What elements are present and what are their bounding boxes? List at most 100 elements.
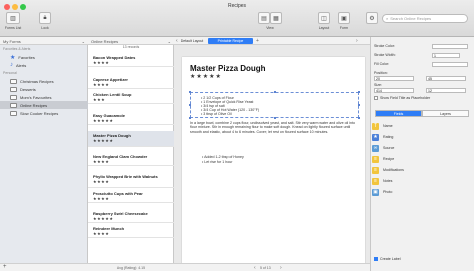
table-icon: ▦ — [273, 15, 279, 22]
form-icon — [10, 78, 17, 84]
sidebar-item-label: Favorites — [18, 54, 35, 60]
form-icon — [10, 110, 17, 116]
form-label: Form — [339, 26, 349, 30]
stroke-color-picker[interactable] — [432, 44, 468, 49]
sidebar-item-alerts[interactable]: ♪ Alerts — [0, 61, 88, 69]
show-placeholder-label: Show Field Title as Placeholder — [380, 96, 431, 100]
sidebar-item-desserts[interactable]: Desserts — [0, 85, 88, 93]
field-item-name[interactable]: T Name — [372, 121, 472, 131]
stroke-width-label: Stroke Width: — [374, 53, 396, 57]
resize-handle[interactable] — [189, 104, 191, 106]
create-label-text: Create Label — [380, 257, 401, 261]
list-item[interactable]: Reindeer Munch ★★★★ — [88, 224, 174, 238]
field-label: Notes — [383, 179, 393, 183]
size-label: Size: — [374, 83, 382, 87]
field-item-photo[interactable]: ▣ Photo — [372, 187, 472, 197]
position-x-field[interactable]: 20 — [374, 76, 414, 81]
ingredient-item: • 3 tbsp of Olive Oil — [201, 112, 232, 116]
settings-button[interactable]: ⚙ — [366, 12, 378, 24]
sidebar-item-favorites[interactable]: ★ Favorites — [0, 53, 88, 61]
record-count: 13 records — [122, 45, 140, 49]
sidebar-section-personal: Personal — [3, 71, 17, 75]
layout-button[interactable]: ◫ — [318, 12, 330, 24]
sidebar-item-label: Christmas Recipes — [20, 78, 54, 84]
field-item-modifications[interactable]: ≡ Modifications — [372, 165, 472, 175]
add-layout-icon[interactable]: + — [256, 38, 259, 44]
sidebar-item-christmas-recipes[interactable]: Christmas Recipes — [0, 77, 88, 85]
record-rating: ★★★★ — [93, 231, 110, 236]
field-label: Photo — [383, 190, 393, 194]
sidebar-header[interactable]: My Forms ⌄ — [0, 37, 88, 45]
search-input[interactable]: ⌕ Search Online Recipes — [382, 14, 468, 23]
record-rating: ★★★ — [93, 97, 106, 102]
resize-handle[interactable] — [358, 91, 360, 93]
list-item[interactable]: New England Clam Chowder ★★★★ — [88, 152, 174, 166]
chevron-down-icon: ⌄ — [81, 39, 85, 44]
method-field[interactable]: In a large bowl, combine 2 cups flour, u… — [190, 121, 358, 134]
form-icon — [10, 94, 17, 100]
field-item-recipe[interactable]: ≡ Recipe — [372, 154, 472, 164]
sidebar-item-slow-cooker-recipes[interactable]: Slow Cooker Recipes — [0, 109, 88, 117]
list-item[interactable]: Chicken Lentil Soup ★★★ — [88, 90, 174, 104]
next-record-button[interactable]: › — [280, 265, 282, 271]
list-item[interactable]: Phyllo Wrapped Brie with Walnuts ★★★★ — [88, 172, 174, 188]
field-label: Rating — [383, 135, 394, 139]
field-item-notes[interactable]: ≡ Notes — [372, 176, 472, 186]
height-field[interactable]: 12 — [426, 88, 466, 93]
create-label-checkbox[interactable] — [374, 257, 378, 261]
field-item-rating[interactable]: ★ Rating — [372, 132, 472, 142]
sidebar-icon: ▥ — [10, 15, 16, 22]
record-rating: ★★★★ — [93, 159, 110, 164]
list-item[interactable]: Bacon Wrapped Dates ★★★★ — [88, 53, 174, 67]
link-icon: ∞ — [372, 144, 379, 152]
sidebar-item-online-recipes[interactable]: Online Recipes — [0, 101, 88, 109]
resize-handle[interactable] — [189, 91, 191, 93]
tab-layers[interactable]: Layers — [422, 110, 469, 117]
list-item[interactable]: Caprese Appetizer ★★★★ — [88, 75, 174, 89]
resize-handle[interactable] — [358, 117, 360, 119]
list-item-selected[interactable]: Master Pizza Dough ★★★★★ — [88, 131, 174, 147]
tab-fields[interactable]: Fields — [375, 110, 422, 117]
text-icon: T — [372, 122, 379, 130]
list-header[interactable]: Online Recipes ⌄ — [88, 37, 174, 45]
recipe-rating[interactable]: ★★★★★ — [190, 73, 222, 80]
tab-printable-recipe[interactable]: Printable Recipe — [208, 38, 253, 44]
tab-default-layout[interactable]: Default Layout — [178, 38, 206, 44]
sidebar-item-label: Slow Cooker Recipes — [20, 110, 59, 116]
list-item[interactable]: Prosciutto Cups with Pear ★★★★ — [88, 189, 174, 203]
forms-list-button[interactable]: ▥ — [6, 12, 20, 24]
form-button[interactable]: ▣ — [338, 12, 350, 24]
width-field[interactable]: 414 — [374, 88, 414, 93]
view-table-button[interactable]: ▦ — [270, 12, 282, 24]
resize-handle[interactable] — [358, 104, 360, 106]
stroke-width-field[interactable]: 1 — [432, 53, 460, 58]
sidebar-item-label: Desserts — [20, 86, 36, 92]
fill-color-label: Fill Color: — [374, 62, 390, 66]
previous-record-button[interactable]: ‹ — [254, 265, 256, 271]
position-y-field[interactable]: 45 — [426, 76, 466, 81]
list-item[interactable]: Easy Guacamole ★★★★★ — [88, 111, 174, 125]
resize-handle[interactable] — [274, 91, 276, 93]
recipe-title[interactable]: Master Pizza Dough — [190, 64, 266, 73]
show-placeholder-checkbox[interactable] — [374, 96, 378, 100]
field-item-source[interactable]: ∞ Source — [372, 143, 472, 153]
chevron-right-icon[interactable]: › — [356, 38, 358, 44]
list-item[interactable]: Raspberry Swirl Cheesecake ★★★★★ — [88, 209, 174, 223]
sidebar-item-moms-favourites[interactable]: Mom's Favourites — [0, 93, 88, 101]
fill-color-picker[interactable] — [432, 62, 468, 67]
position-label: Position: — [374, 71, 388, 75]
lock-button[interactable]: 🔒︎ — [39, 12, 51, 24]
resize-handle[interactable] — [274, 117, 276, 119]
add-form-button[interactable]: + — [0, 263, 88, 271]
notes-field[interactable]: • Added 1-2 tbsp of Honey • Let rise for… — [190, 155, 350, 164]
layout-icon: ◫ — [321, 15, 327, 22]
view-form-button[interactable]: ▤ — [258, 12, 270, 24]
ingredients-field[interactable]: • 2 1/2 Cups of Flour • 1 Envelope of Qu… — [190, 92, 359, 118]
record-rating: ★★★★★ — [93, 216, 114, 221]
window-toolbar: Recipes ▥ Forms List 🔒︎ Lock ▤ ▦ View ◫ … — [0, 0, 474, 37]
star-icon: ★ — [372, 133, 379, 141]
chevron-down-icon: ⌄ — [167, 39, 171, 44]
sidebar-section-favorites: Favorites & Alerts — [3, 47, 31, 51]
resize-handle[interactable] — [189, 117, 191, 119]
view-label: View — [266, 26, 274, 30]
